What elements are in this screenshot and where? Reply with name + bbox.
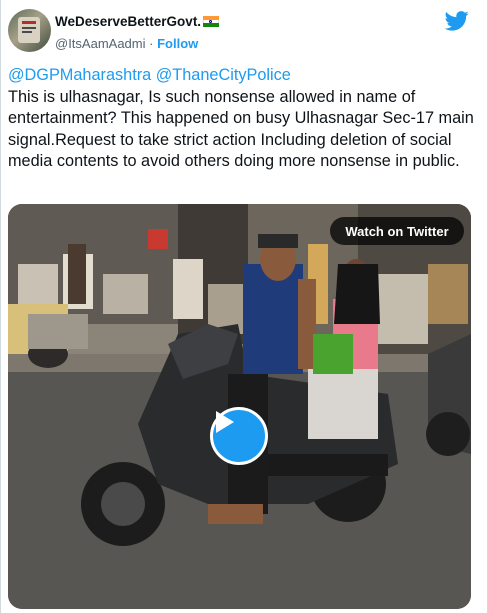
india-flag-icon: [203, 16, 220, 27]
play-button[interactable]: [210, 407, 268, 465]
separator-dot: ·: [149, 36, 154, 51]
follow-button[interactable]: Follow: [157, 36, 198, 51]
tweet-header: WeDeserveBetterGovt. @ItsAamAadmi · Foll…: [8, 9, 477, 55]
tweet-text: @DGPMaharashtra @ThaneCityPolice This is…: [8, 65, 478, 173]
avatar[interactable]: [8, 9, 51, 52]
tweet-body: This is ulhasnagar, Is such nonsense all…: [8, 87, 479, 171]
video-thumbnail[interactable]: Watch on Twitter: [8, 204, 471, 609]
mention-dgp-maharashtra[interactable]: @DGPMaharashtra: [8, 66, 151, 84]
watch-on-twitter-button[interactable]: Watch on Twitter: [330, 217, 464, 245]
author-name-row[interactable]: WeDeserveBetterGovt.: [55, 14, 220, 29]
play-icon: [216, 411, 234, 433]
tweet-card: WeDeserveBetterGovt. @ItsAamAadmi · Foll…: [0, 0, 488, 613]
author-handle[interactable]: @ItsAamAadmi: [55, 36, 146, 51]
twitter-bird-icon[interactable]: [445, 11, 469, 31]
author-handle-row: @ItsAamAadmi · Follow: [55, 36, 198, 51]
author-display-name[interactable]: WeDeserveBetterGovt.: [55, 14, 201, 29]
mention-thane-city-police[interactable]: @ThaneCityPolice: [156, 66, 291, 84]
